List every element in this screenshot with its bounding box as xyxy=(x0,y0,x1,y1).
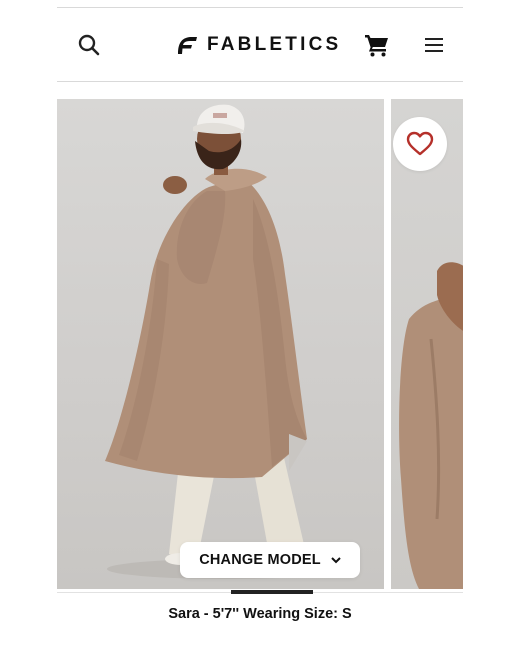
model-size-info: Sara - 5'7'' Wearing Size: S xyxy=(168,606,352,622)
model-in-teddy-coat-image xyxy=(105,104,347,579)
search-icon xyxy=(78,34,100,56)
header-divider xyxy=(57,81,463,82)
change-model-label: CHANGE MODEL xyxy=(199,552,321,568)
search-button[interactable] xyxy=(71,8,107,82)
favorite-button[interactable] xyxy=(393,117,447,171)
heart-outline-icon xyxy=(406,131,434,156)
cart-button[interactable] xyxy=(359,8,395,82)
brand-logo[interactable]: FABLETICS xyxy=(175,28,341,62)
change-model-button[interactable]: CHANGE MODEL xyxy=(180,542,360,578)
cart-icon xyxy=(365,35,388,57)
fabletics-logo-mark xyxy=(178,37,197,54)
product-image-carousel[interactable] xyxy=(57,99,463,589)
site-header: FABLETICS xyxy=(57,8,463,82)
carousel-progress-indicator xyxy=(231,590,313,594)
product-image-next[interactable] xyxy=(391,99,463,589)
next-image-preview xyxy=(399,262,463,589)
chevron-down-icon xyxy=(331,556,341,563)
product-image-main[interactable] xyxy=(57,99,384,589)
brand-name: FABLETICS xyxy=(207,34,342,55)
menu-button[interactable] xyxy=(417,8,451,82)
hamburger-menu-icon xyxy=(425,38,443,52)
